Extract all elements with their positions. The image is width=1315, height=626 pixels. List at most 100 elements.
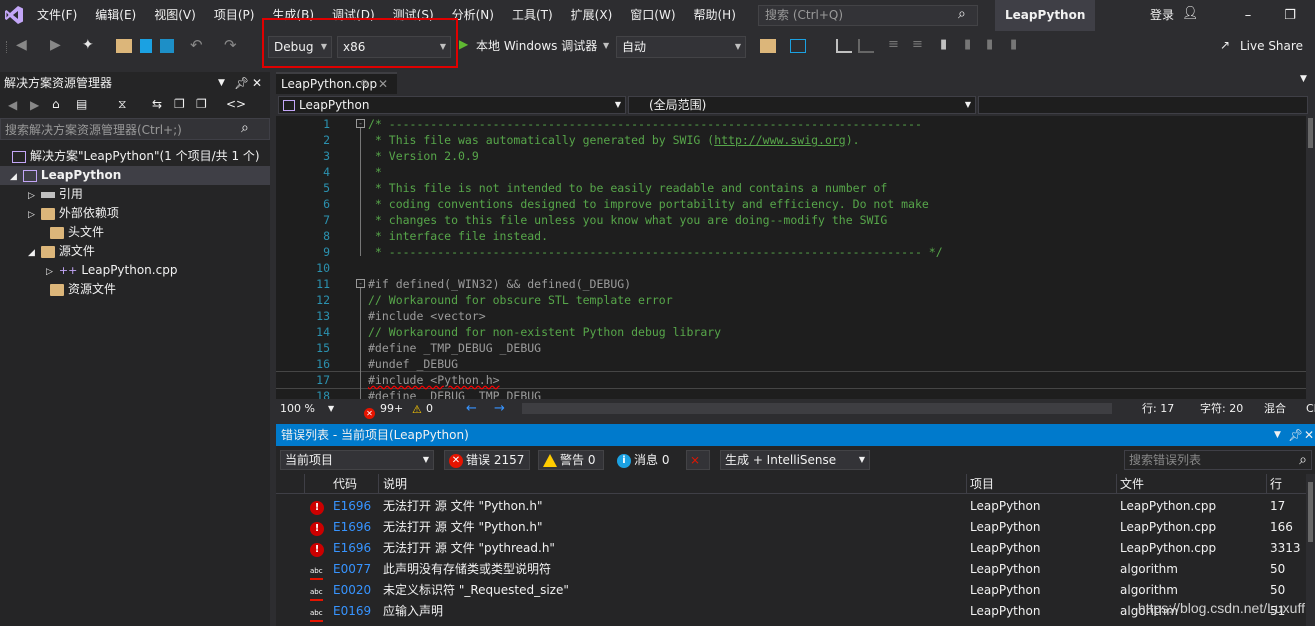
error-search-box[interactable]: 搜索错误列表 ⌕ <box>1124 450 1312 470</box>
uncomment-icon[interactable]: ≡ <box>912 37 923 52</box>
collapsed-icon[interactable]: ▷ <box>28 191 35 201</box>
error-list-scrollbar[interactable] <box>1306 474 1315 626</box>
find-in-files-icon[interactable] <box>760 39 776 53</box>
dropdown-icon[interactable]: ▼ <box>218 72 225 94</box>
code-line[interactable]: 14 // Workaround for non-existent Python … <box>276 324 1306 340</box>
nav-scope-dropdown[interactable]: (全局范围) ▼ <box>628 96 976 114</box>
code-line[interactable]: 13 #include <vector> <box>276 308 1306 324</box>
error-row[interactable]: ! E1696 无法打开 源 文件 "pythread.h" LeapPython Le… <box>276 538 1306 559</box>
tree-item-project[interactable]: ◢ LeapPython <box>0 166 270 185</box>
tree-item-resource-files[interactable]: 资源文件 <box>0 280 270 299</box>
code-line[interactable]: 17 #include <Python.h> <box>276 371 1306 389</box>
document-tab[interactable]: LeapPython.cpp ⊕ ✕ <box>276 72 397 94</box>
back-icon[interactable]: ◀ <box>16 37 27 53</box>
tree-item-references[interactable]: ▷ 引用 <box>0 185 270 204</box>
code-line[interactable]: 9 * ------------------------------------… <box>276 244 1306 260</box>
code-line[interactable]: 8 * interface file instead. <box>276 228 1306 244</box>
error-code-link[interactable]: E1696 <box>333 496 371 517</box>
dropdown-icon[interactable]: ▼ <box>1274 424 1281 446</box>
tree-item-solution[interactable]: 解决方案"LeapPython"(1 个项目/共 1 个) <box>0 147 270 166</box>
error-code-link[interactable]: E1696 <box>333 538 371 559</box>
tab-overflow-icon[interactable]: ▼ <box>1300 74 1307 84</box>
collapse-all-icon[interactable]: ❐ <box>174 97 185 111</box>
browser-icon[interactable] <box>790 39 806 53</box>
redo-icon[interactable]: ↷ <box>224 36 237 54</box>
forward-icon[interactable]: ▶ <box>30 98 39 112</box>
nav-forward-icon[interactable]: → <box>494 399 505 418</box>
new-project-icon[interactable]: ✦ <box>82 37 94 53</box>
auto-dropdown[interactable]: 自动 ▼ <box>616 36 746 58</box>
toolbar-grip[interactable] <box>6 41 9 53</box>
code-line[interactable]: 5 * This file is not intended to be easi… <box>276 180 1306 196</box>
menu-extensions[interactable]: 扩展(X) <box>562 0 622 31</box>
code-line[interactable]: 6 * coding conventions designed to impro… <box>276 196 1306 212</box>
column-file[interactable]: 文件 <box>1120 474 1144 494</box>
error-count[interactable]: 99+ <box>380 399 403 418</box>
code-area[interactable]: 1-/* -----------------------------------… <box>276 116 1306 399</box>
solution-search-input[interactable]: 搜索解决方案资源管理器(Ctrl+;) <box>5 121 182 138</box>
search-icon[interactable]: ⌕ <box>958 6 966 22</box>
bookmark-icon[interactable]: ▮ <box>940 37 947 52</box>
code-icon[interactable]: <> <box>226 97 246 111</box>
code-line[interactable]: 16 #undef _DEBUG <box>276 356 1306 372</box>
error-code-link[interactable]: E1696 <box>333 517 371 538</box>
code-line[interactable]: 10 <box>276 260 1306 276</box>
menu-help[interactable]: 帮助(H) <box>685 0 745 31</box>
outdent-icon[interactable] <box>858 39 874 53</box>
chevron-down-icon[interactable]: ▼ <box>603 41 609 50</box>
solution-search-box[interactable]: 搜索解决方案资源管理器(Ctrl+;) ⌕ <box>0 118 270 140</box>
column-description[interactable]: 说明 <box>383 474 407 494</box>
expanded-icon[interactable]: ◢ <box>10 172 17 182</box>
live-share-icon[interactable]: ↗ <box>1220 38 1230 52</box>
close-icon[interactable]: ✕ <box>252 72 262 94</box>
code-url-link[interactable]: http://www.swig.org <box>714 133 846 147</box>
home-icon[interactable]: ⌂ <box>52 97 60 111</box>
live-share-button[interactable]: Live Share <box>1240 31 1303 61</box>
tree-item-source-files[interactable]: ◢ 源文件 <box>0 242 270 261</box>
indent-icon[interactable] <box>836 39 852 53</box>
error-row[interactable]: abc E0077 此声明没有存储类或类型说明符 LeapPython algorith… <box>276 559 1306 580</box>
pin-icon[interactable]: 📌︎ <box>1288 424 1303 446</box>
start-debugger-button[interactable]: 本地 Windows 调试器 <box>476 31 597 61</box>
close-icon[interactable]: ✕ <box>378 74 388 94</box>
nav-project-dropdown[interactable]: LeapPython ▼ <box>278 96 626 114</box>
tab-mode[interactable]: 混合 <box>1264 399 1286 418</box>
code-line[interactable]: 1 -/* -----------------------------------… <box>276 116 1306 132</box>
pending-changes-icon[interactable]: ⧖ <box>118 97 126 112</box>
code-line[interactable]: 2 * This file was automatically generate… <box>276 132 1306 148</box>
nav-member-dropdown[interactable] <box>978 96 1308 114</box>
minimize-button[interactable]: – <box>1228 0 1268 31</box>
cursor-line[interactable]: 行: 17 <box>1142 399 1174 418</box>
error-search-input[interactable]: 搜索错误列表 <box>1129 453 1201 467</box>
save-icon[interactable] <box>140 39 152 53</box>
tree-item-external-deps[interactable]: ▷ 外部依赖项 <box>0 204 270 223</box>
scope-dropdown[interactable]: 当前项目 ▼ <box>280 450 434 470</box>
code-line[interactable]: 15 #define _TMP_DEBUG _DEBUG <box>276 340 1306 356</box>
build-filter-dropdown[interactable]: 生成 + IntelliSense ▼ <box>720 450 870 470</box>
error-code-link[interactable]: E0077 <box>333 559 371 580</box>
switch-view-icon[interactable]: ▤ <box>76 97 87 111</box>
menu-file[interactable]: 文件(F) <box>28 0 86 31</box>
collapsed-icon[interactable]: ▷ <box>46 267 53 277</box>
start-debug-icon[interactable]: ▶ <box>459 37 468 51</box>
sync-icon[interactable]: ⇆ <box>152 97 162 111</box>
warnings-filter-button[interactable]: 警告 0 <box>538 450 604 470</box>
search-icon[interactable]: ⌕ <box>241 120 249 136</box>
open-folder-icon[interactable] <box>116 39 132 53</box>
prev-bookmark-icon[interactable]: ▮ <box>964 37 971 52</box>
code-line[interactable]: 12 // Workaround for obscure STL template… <box>276 292 1306 308</box>
pin-icon[interactable]: ⊕ <box>360 74 368 94</box>
error-row[interactable]: ! E1696 无法打开 源 文件 "Python.h" LeapPython Leap… <box>276 517 1306 538</box>
tree-item-cpp-file[interactable]: ▷ ++ LeapPython.cpp <box>0 261 270 280</box>
search-input[interactable]: 搜索 (Ctrl+Q) <box>758 5 978 26</box>
code-line[interactable]: 3 * Version 2.0.9 <box>276 148 1306 164</box>
tree-item-header-files[interactable]: 头文件 <box>0 223 270 242</box>
editor-horizontal-scrollbar[interactable] <box>522 403 1112 414</box>
code-line[interactable]: 11 - #if defined(_WIN32) && defined(_DEBUG… <box>276 276 1306 292</box>
fold-toggle-icon[interactable]: - <box>356 279 365 288</box>
collapsed-icon[interactable]: ▷ <box>28 210 35 220</box>
column-project[interactable]: 项目 <box>970 474 994 494</box>
menu-project[interactable]: 项目(P) <box>205 0 264 31</box>
save-all-icon[interactable] <box>160 39 174 53</box>
restore-button[interactable]: ❐ <box>1270 0 1310 31</box>
